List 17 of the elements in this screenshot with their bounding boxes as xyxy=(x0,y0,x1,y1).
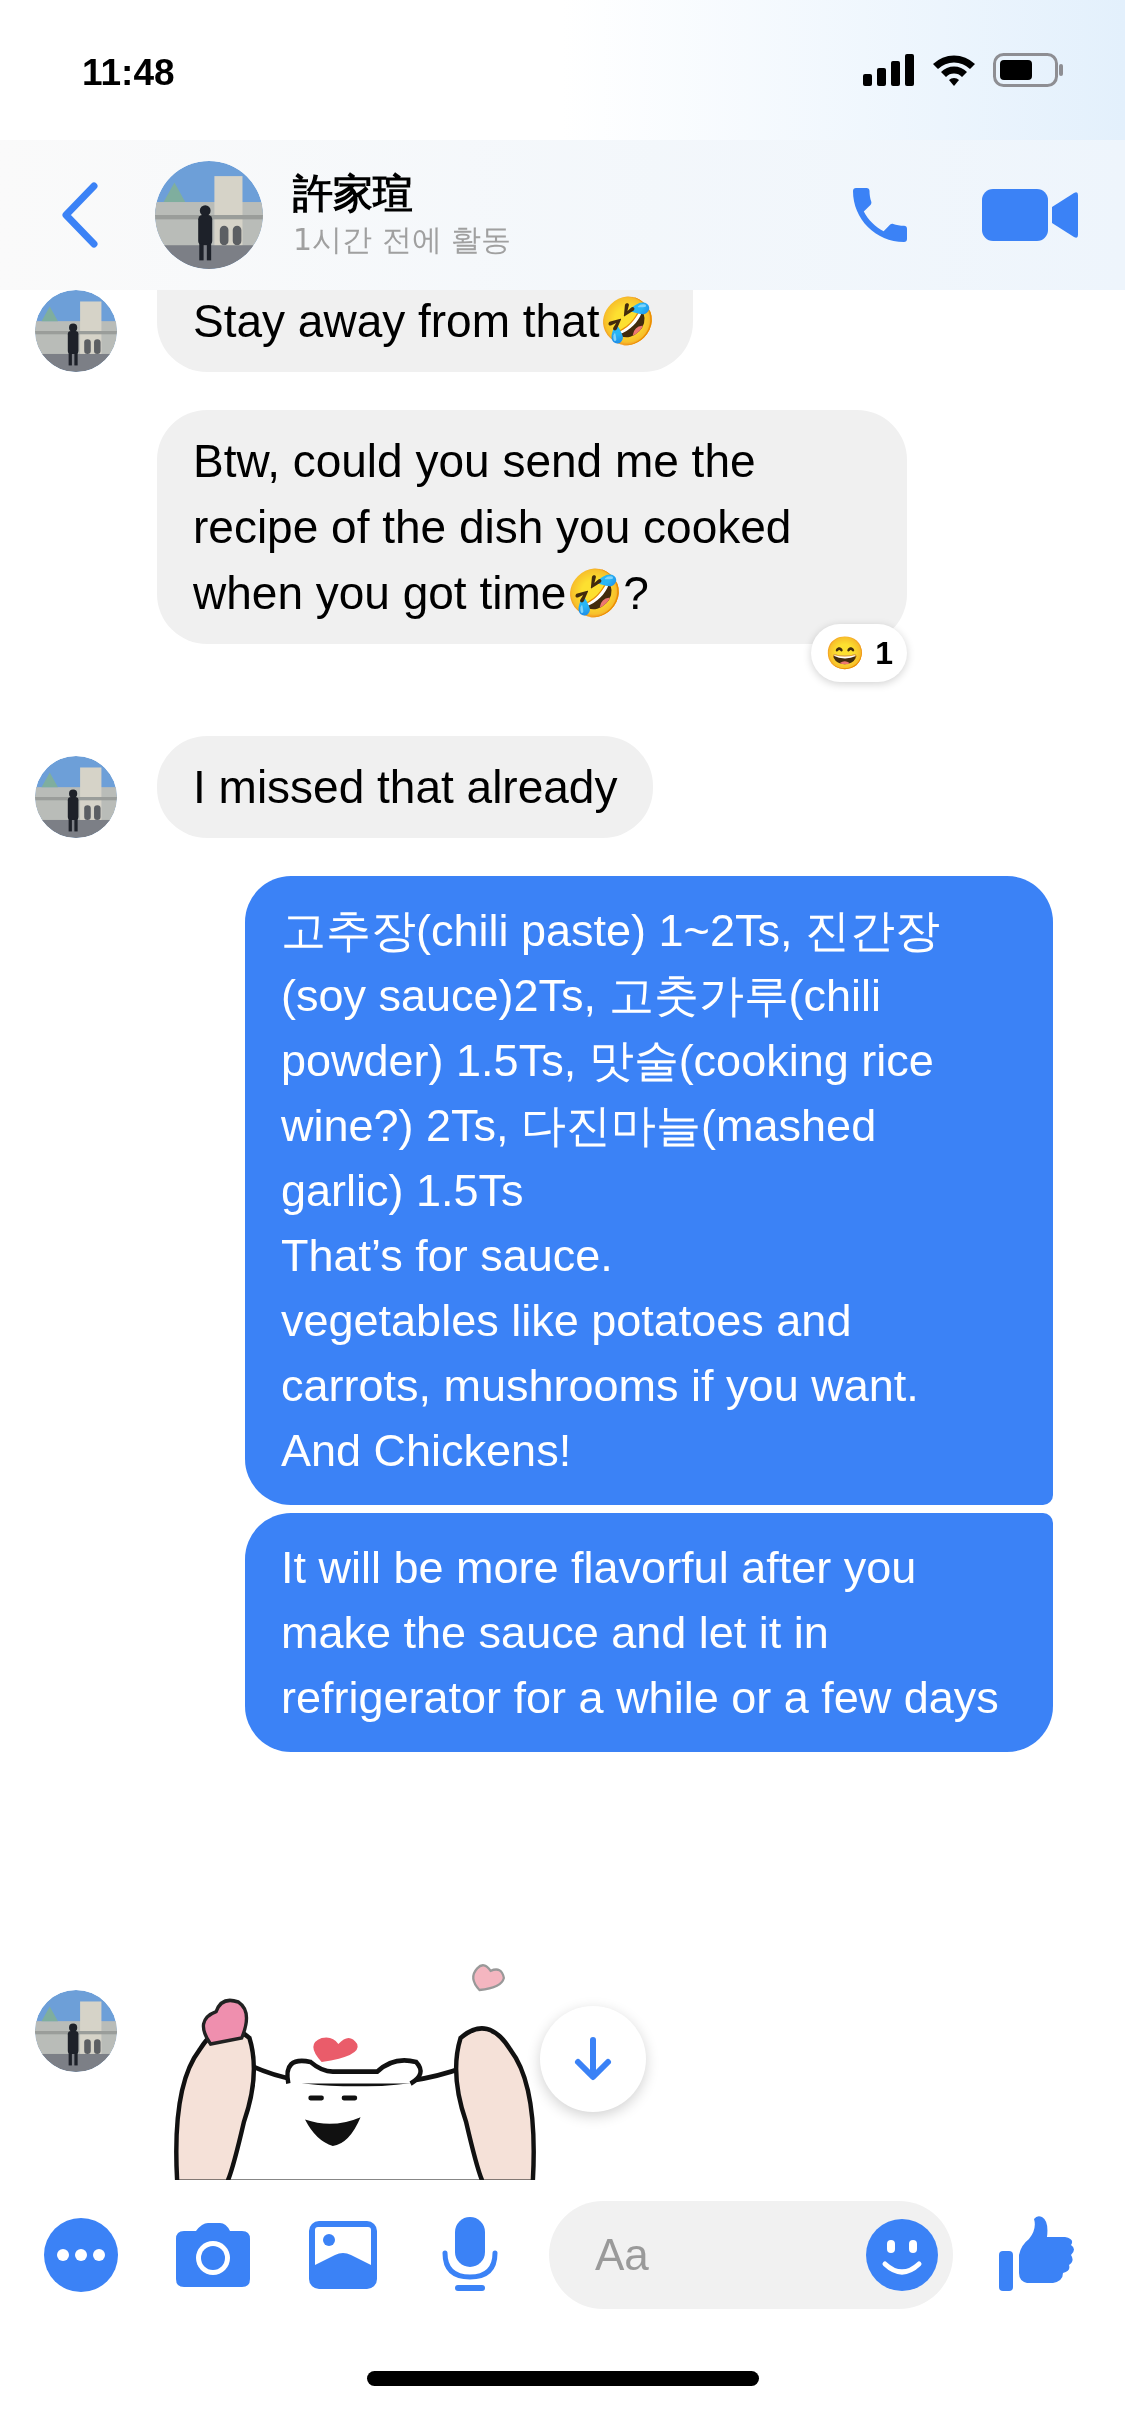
contact-name: 許家瑄 xyxy=(293,169,414,218)
wifi-icon xyxy=(931,53,977,87)
battery-icon xyxy=(993,53,1065,87)
message-bubble: 고추장(chili paste) 1~2Ts, 진간장(soy sauce)2Ts, 고춧가루(chili powder) 1.5Ts, 맛술(cooking rice wine?) 2Ts, 다진마늘(mashed garlic) 1.5Ts That’s for sauce. vegetables like potatoes and carrots, mushrooms if you want. And Chickens! xyxy=(245,876,1053,1505)
emoji-button[interactable] xyxy=(865,2218,939,2292)
message-field[interactable]: Aa xyxy=(549,2201,953,2309)
scroll-down-button[interactable] xyxy=(540,2006,646,2112)
activity-status: 1시간 전에 활동 xyxy=(293,221,513,259)
more-button[interactable] xyxy=(44,2218,118,2292)
message-bubble: Stay away from that🤣 xyxy=(157,290,693,372)
camera-button[interactable] xyxy=(174,2221,252,2289)
signal-icon xyxy=(863,54,915,86)
message-bubble: It will be more flavorful after you make the sauce and let it in refrigerator for a while or a few days xyxy=(245,1513,1053,1752)
message-bubble: I missed that already xyxy=(157,736,654,838)
photo-button[interactable] xyxy=(309,2221,377,2289)
status-time: 11:48 xyxy=(82,51,175,96)
microphone-button[interactable] xyxy=(441,2217,499,2293)
